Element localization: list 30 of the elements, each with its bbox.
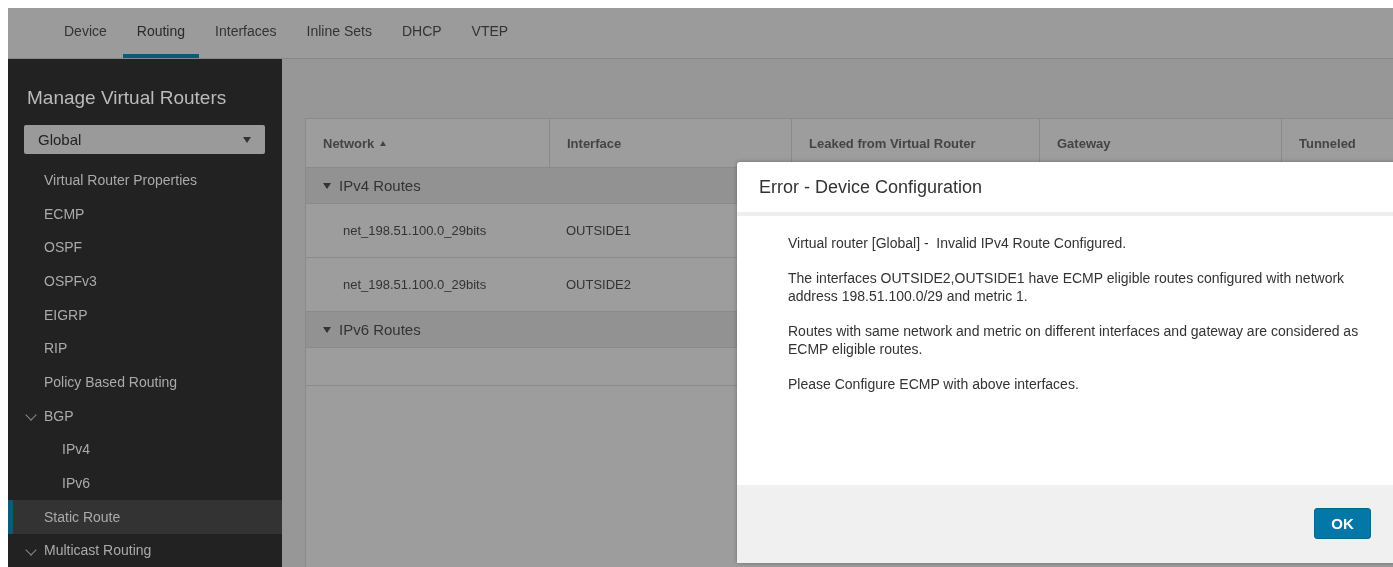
- table-cell-text: net_198.51.100.0_29bits: [342, 277, 488, 292]
- router-dropdown[interactable]: Global: [24, 125, 265, 154]
- sidebar-item[interactable]: IPv4: [8, 432, 282, 467]
- sidebar-item[interactable]: Static Route: [8, 499, 282, 534]
- sidebar-title: Manage Virtual Routers: [27, 87, 228, 109]
- nav-tab[interactable]: Device: [50, 8, 121, 58]
- table-cell-text: OUTSIDE2: [565, 277, 632, 292]
- nav-tab[interactable]: Interfaces: [201, 8, 291, 58]
- sidebar-item[interactable]: BGP: [8, 398, 282, 433]
- sidebar-item[interactable]: OSPF: [8, 230, 282, 265]
- sidebar-item[interactable]: OSPFv3: [8, 264, 282, 298]
- error-message: Please Configure ECMP with above interfaces.: [788, 375, 1080, 393]
- nav-tab[interactable]: VTEP: [457, 8, 523, 58]
- column-header[interactable]: Network: [306, 119, 549, 167]
- table-cell-text: net_198.51.100.0_29bits: [342, 223, 488, 238]
- error-message: Virtual router [Global] - Invalid IPv4 Route Configured.: [788, 234, 1128, 252]
- sidebar-item[interactable]: ECMP: [8, 196, 282, 231]
- ok-button[interactable]: OK: [1314, 508, 1371, 539]
- sidebar-item[interactable]: EIGRP: [8, 297, 282, 332]
- caret-icon: [243, 136, 251, 143]
- sidebar-item[interactable]: Multicast Routing: [8, 533, 282, 567]
- sidebar-item[interactable]: RIP: [8, 331, 282, 366]
- error-message: The interfaces OUTSIDE2,OUTSIDE1 have ECMP eligible routes configured with network address 198.51.100.0/29 and metric 1.: [788, 269, 1346, 305]
- nav-tab[interactable]: DHCP: [387, 8, 456, 58]
- sidebar-item[interactable]: Virtual Router Properties: [8, 163, 282, 197]
- table-cell-text: OUTSIDE1: [565, 223, 632, 238]
- nav-tab[interactable]: Inline Sets: [292, 8, 386, 58]
- sidebar-item[interactable]: Policy Based Routing: [8, 365, 282, 399]
- sidebar-item[interactable]: IPv6: [8, 466, 282, 500]
- error-message: Routes with same network and metric on different interfaces and gateway are considered as ECMP eligible routes.: [788, 322, 1360, 358]
